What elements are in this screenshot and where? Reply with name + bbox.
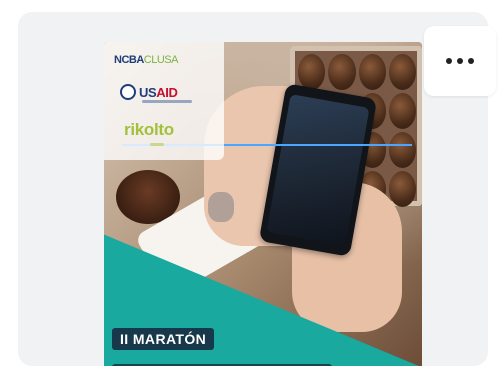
more-horizontal-icon [446,58,452,64]
usaid-logo: USAID [120,84,178,100]
truffle [388,93,416,129]
event-badge: II MARATÓN [112,328,215,350]
post-card: NCBACLUSA USAID rikolto II MARATÓN [18,12,488,366]
event-title-cropped [112,364,332,366]
truffle [358,54,386,90]
truffle [298,54,326,90]
more-options-button[interactable] [424,26,496,96]
truffle [388,132,416,168]
usaid-us: US [139,84,157,100]
usaid-tagline-bar [142,100,192,103]
clusa-text: CLUSA [143,54,179,66]
ncba-clusa-logo: NCBACLUSA [114,54,178,66]
ncba-text: NCBA [114,54,144,66]
more-horizontal-icon [468,58,474,64]
usaid-seal-icon [120,84,136,100]
post-image[interactable]: NCBACLUSA USAID rikolto II MARATÓN [104,42,422,366]
rikolto-logo: rikolto [124,120,174,139]
usaid-aid: AID [156,84,178,100]
truffle [328,54,356,90]
truffle [388,171,416,207]
rikolto-tagline-bar [150,143,164,146]
wrist-tattoo [208,192,234,222]
truffle [388,54,416,90]
usaid-text: USAID [139,84,178,100]
sponsor-logos: NCBACLUSA USAID rikolto [104,42,224,160]
more-horizontal-icon [457,58,463,64]
phone-screen [266,94,370,246]
